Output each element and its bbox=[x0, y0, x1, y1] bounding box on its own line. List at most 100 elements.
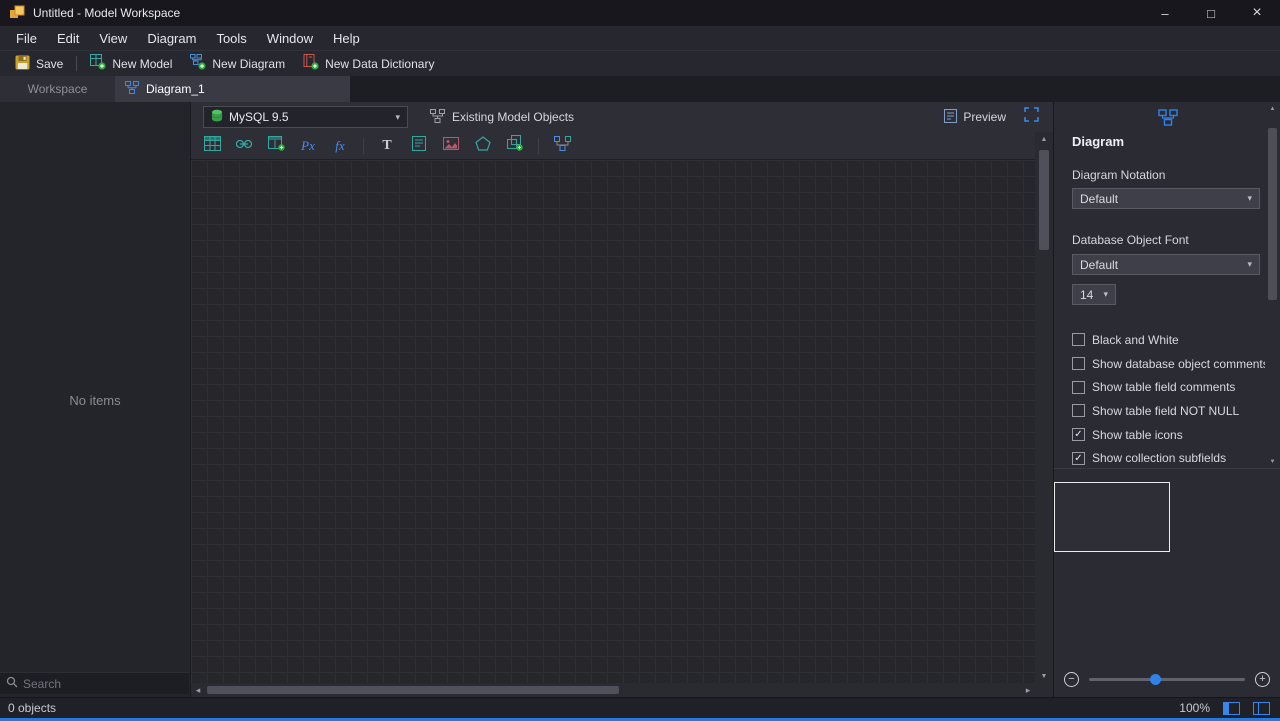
object-font-select[interactable]: Default ▾ bbox=[1072, 254, 1260, 275]
diagram-grid-canvas[interactable] bbox=[191, 160, 1035, 683]
chevron-down-icon: ▾ bbox=[1247, 259, 1252, 269]
scroll-down-icon[interactable]: ▼ bbox=[1265, 455, 1280, 468]
menu-diagram[interactable]: Diagram bbox=[137, 26, 206, 50]
existing-model-objects-button[interactable]: Existing Model Objects bbox=[430, 108, 574, 126]
shape-icon bbox=[475, 135, 491, 156]
auto-layout-icon bbox=[553, 135, 571, 156]
checkbox-box[interactable] bbox=[1072, 404, 1085, 418]
panel-scrollbar[interactable]: ▲ ▼ bbox=[1265, 102, 1280, 468]
titlebar: Untitled - Model Workspace – □ × bbox=[0, 0, 1280, 26]
checkbox-show-field-comments[interactable]: Show table field comments bbox=[1072, 375, 1269, 399]
search-input[interactable] bbox=[23, 676, 183, 691]
toolbar-separator bbox=[76, 56, 78, 71]
field-defaults-tool[interactable]: Px bbox=[299, 137, 317, 155]
menu-tools[interactable]: Tools bbox=[206, 26, 256, 50]
checkbox-box[interactable]: ✓ bbox=[1072, 451, 1085, 465]
toggle-left-panel-button[interactable] bbox=[1223, 701, 1240, 715]
layers-icon bbox=[507, 135, 523, 156]
menu-edit[interactable]: Edit bbox=[47, 26, 89, 50]
vertical-scroll-thumb[interactable] bbox=[1039, 150, 1049, 250]
close-button[interactable]: × bbox=[1234, 0, 1280, 26]
shape-tool[interactable] bbox=[474, 135, 492, 156]
checkbox-box[interactable] bbox=[1072, 333, 1085, 347]
checkbox-show-db-object-comments[interactable]: Show database object comments bbox=[1072, 352, 1269, 376]
scroll-left-icon[interactable]: ◂ bbox=[191, 683, 205, 697]
diagram-notation-label: Diagram Notation bbox=[1072, 168, 1166, 182]
zoom-slider-thumb[interactable] bbox=[1149, 673, 1161, 685]
object-font-label: Database Object Font bbox=[1072, 233, 1189, 247]
text-label-tool[interactable]: T bbox=[378, 137, 396, 155]
tab-workspace[interactable]: Workspace bbox=[0, 76, 115, 102]
new-view-tool[interactable] bbox=[267, 135, 285, 156]
view-grid-icon bbox=[267, 135, 285, 156]
canvas-vertical-scrollbar[interactable]: ▲ ▼ bbox=[1035, 132, 1053, 683]
panel-scroll-thumb[interactable] bbox=[1268, 128, 1277, 300]
note-tool[interactable] bbox=[410, 135, 428, 156]
menu-file[interactable]: File bbox=[6, 26, 47, 50]
options-checkbox-list: Black and White Show database object com… bbox=[1072, 328, 1269, 470]
checkbox-box[interactable] bbox=[1072, 357, 1085, 371]
new-model-button[interactable]: New Model bbox=[81, 51, 181, 76]
maximize-button[interactable]: □ bbox=[1188, 0, 1234, 26]
object-count: 0 objects bbox=[8, 701, 57, 715]
database-version-select[interactable]: MySQL 9.5 ▾ bbox=[203, 106, 408, 128]
checkbox-show-collection-subfields[interactable]: ✓ Show collection subfields bbox=[1072, 446, 1269, 470]
tabbar: Workspace Diagram_1 bbox=[0, 76, 1280, 102]
diagram-canvas-area: MySQL 9.5 ▾ Existing Model Objects Previ… bbox=[191, 102, 1053, 697]
checkbox-show-field-not-null[interactable]: Show table field NOT NULL bbox=[1072, 399, 1269, 423]
chevron-down-icon: ▾ bbox=[1103, 289, 1108, 299]
checkbox-box[interactable]: ✓ bbox=[1072, 428, 1085, 442]
diagram-notation-select[interactable]: Default ▾ bbox=[1072, 188, 1260, 209]
preview-icon bbox=[944, 108, 958, 126]
diagram-minimap[interactable] bbox=[1054, 482, 1170, 552]
menu-help[interactable]: Help bbox=[323, 26, 370, 50]
zoom-out-button[interactable]: − bbox=[1064, 671, 1079, 687]
new-data-dictionary-icon bbox=[303, 54, 319, 73]
object-list-panel: No items bbox=[0, 102, 191, 697]
database-icon bbox=[211, 109, 223, 125]
text-icon: T bbox=[382, 137, 392, 153]
preview-button[interactable]: Preview bbox=[944, 108, 1006, 126]
checkbox-box[interactable] bbox=[1072, 380, 1085, 394]
save-button[interactable]: Save bbox=[6, 51, 72, 76]
minimize-button[interactable]: – bbox=[1142, 0, 1188, 26]
zoom-in-button[interactable]: + bbox=[1255, 671, 1270, 687]
zoom-slider[interactable] bbox=[1089, 673, 1245, 685]
search-icon bbox=[6, 675, 18, 693]
fx-icon: fx bbox=[335, 137, 345, 153]
zoom-control: − + bbox=[1064, 669, 1270, 689]
new-diagram-button[interactable]: New Diagram bbox=[181, 51, 294, 76]
panel-divider bbox=[1054, 468, 1280, 469]
checkbox-show-table-icons[interactable]: ✓ Show table icons bbox=[1072, 423, 1269, 447]
relation-link-icon bbox=[235, 137, 253, 155]
note-icon bbox=[412, 135, 426, 156]
scroll-down-icon[interactable]: ▼ bbox=[1035, 669, 1053, 683]
add-layer-tool[interactable] bbox=[506, 135, 524, 156]
statusbar: 0 objects 100% bbox=[0, 697, 1280, 721]
menu-view[interactable]: View bbox=[89, 26, 137, 50]
scroll-up-icon[interactable]: ▲ bbox=[1035, 132, 1053, 146]
diagram-icon bbox=[1158, 109, 1178, 131]
new-diagram-icon bbox=[190, 54, 206, 73]
horizontal-scroll-thumb[interactable] bbox=[207, 686, 619, 694]
fullscreen-button[interactable] bbox=[1024, 107, 1039, 127]
new-data-dictionary-button[interactable]: New Data Dictionary bbox=[294, 51, 443, 76]
font-size-select[interactable]: 14 ▾ bbox=[1072, 284, 1116, 305]
px-icon: Px bbox=[301, 137, 315, 153]
scroll-right-icon[interactable]: ▸ bbox=[1021, 683, 1035, 697]
menu-window[interactable]: Window bbox=[257, 26, 323, 50]
main-area: No items MySQL 9.5 ▾ bbox=[0, 102, 1280, 697]
new-table-tool[interactable] bbox=[203, 135, 221, 155]
model-workspace-window: Untitled - Model Workspace – □ × File Ed… bbox=[0, 0, 1280, 721]
canvas-horizontal-scrollbar[interactable]: ◂ ▸ bbox=[191, 683, 1035, 697]
tab-diagram-1[interactable]: Diagram_1 bbox=[115, 76, 350, 102]
scroll-up-icon[interactable]: ▲ bbox=[1265, 102, 1280, 115]
auto-layout-tool[interactable] bbox=[553, 135, 571, 156]
new-relation-tool[interactable] bbox=[235, 137, 253, 155]
function-tool[interactable]: fx bbox=[331, 137, 349, 155]
search-box bbox=[0, 672, 189, 694]
image-tool[interactable] bbox=[442, 136, 460, 155]
toggle-right-panel-button[interactable] bbox=[1253, 701, 1270, 715]
checkbox-black-and-white[interactable]: Black and White bbox=[1072, 328, 1269, 352]
window-title: Untitled - Model Workspace bbox=[33, 6, 181, 20]
